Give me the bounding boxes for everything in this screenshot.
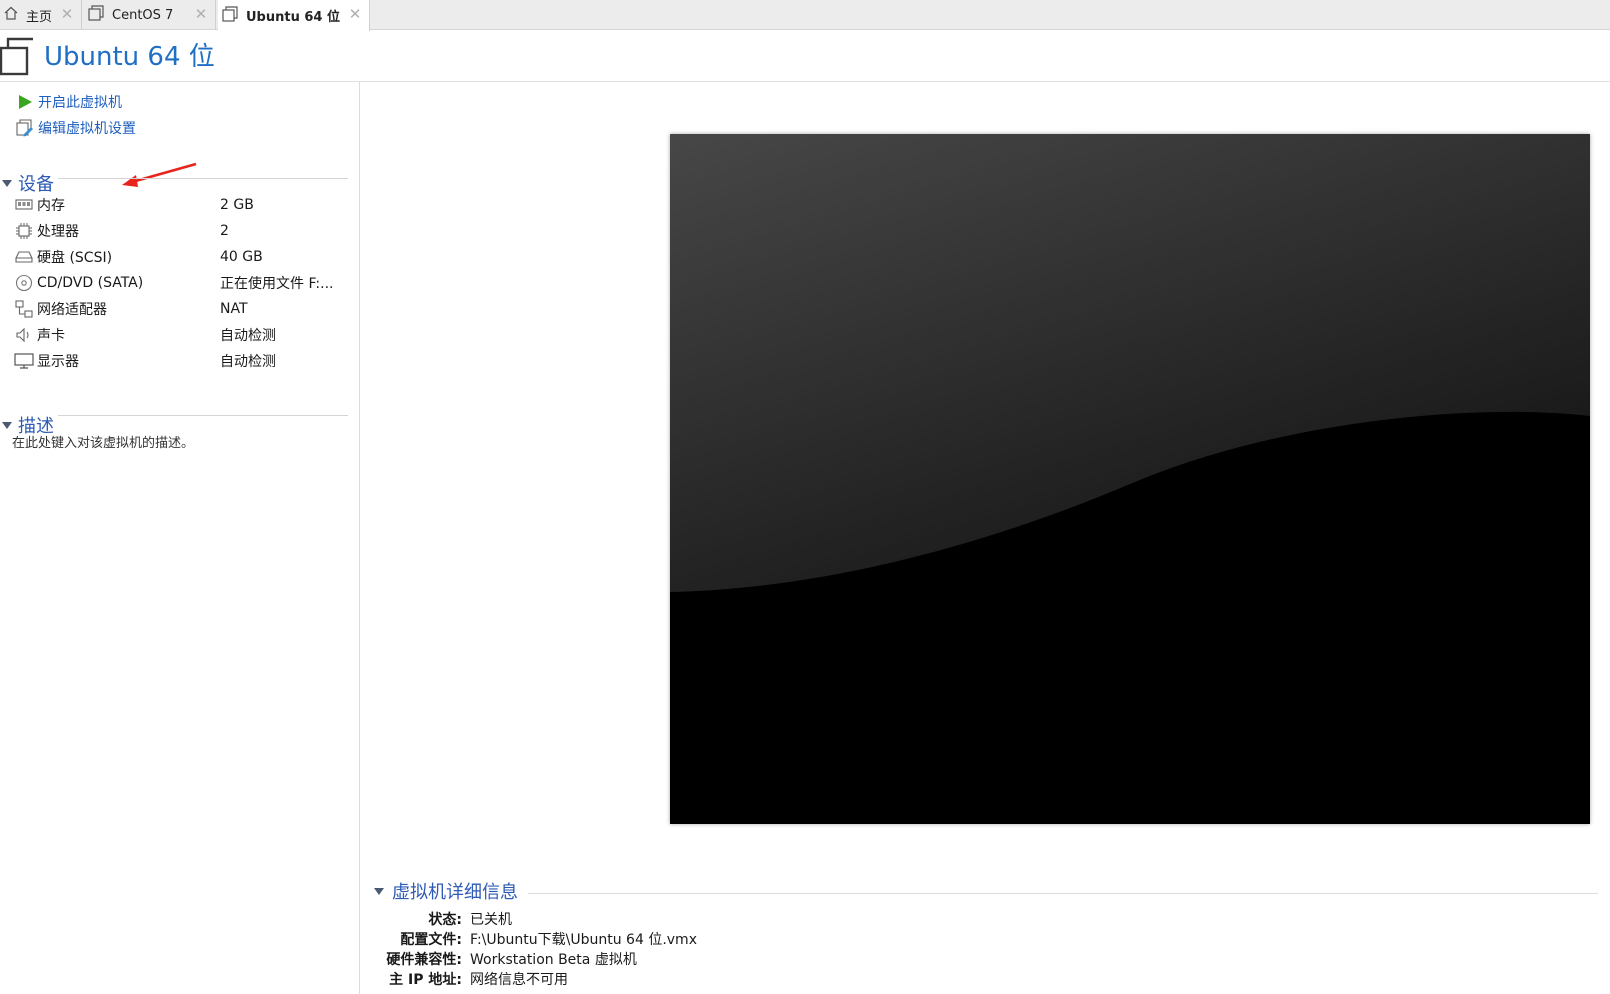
cd-dvd-icon <box>14 274 34 292</box>
power-on-label: 开启此虚拟机 <box>38 95 122 111</box>
collapse-triangle-icon <box>2 421 12 429</box>
divider <box>58 178 348 179</box>
divider <box>58 415 348 416</box>
device-row-cd-dvd[interactable]: CD/DVD (SATA) 正在使用文件 F:... <box>14 270 349 296</box>
device-value: NAT <box>220 301 248 317</box>
device-row-harddisk[interactable]: 硬盘 (SCSI) 40 GB <box>14 244 349 270</box>
power-on-button[interactable]: 开启此虚拟机 <box>15 92 122 112</box>
edit-settings-icon <box>15 119 35 137</box>
device-name: 内存 <box>37 198 65 214</box>
monitor-icon <box>14 352 34 370</box>
close-icon[interactable]: ✕ <box>59 6 75 22</box>
close-icon[interactable]: ✕ <box>193 6 209 22</box>
play-icon <box>15 93 35 111</box>
edit-settings-label: 编辑虚拟机设置 <box>38 121 136 137</box>
cpu-icon <box>14 222 34 240</box>
details-heading: 虚拟机详细信息 <box>392 882 518 903</box>
harddisk-icon <box>14 248 34 266</box>
device-row-display[interactable]: 显示器 自动检测 <box>14 348 349 374</box>
detail-key: 主 IP 地址: <box>389 972 462 988</box>
home-icon <box>4 6 18 24</box>
detail-value: 已关机 <box>470 912 512 928</box>
tab-centos[interactable]: CentOS 7 ✕ <box>84 0 216 30</box>
device-value: 40 GB <box>220 249 263 265</box>
detail-key: 配置文件: <box>400 932 462 948</box>
collapse-triangle-icon <box>374 887 384 895</box>
device-name: 处理器 <box>37 224 79 240</box>
detail-value: Workstation Beta 虚拟机 <box>470 952 637 968</box>
device-value: 自动检测 <box>220 328 276 344</box>
annotation-arrow <box>122 162 197 187</box>
detail-key: 状态: <box>428 912 462 928</box>
device-name: CD/DVD (SATA) <box>37 275 144 291</box>
description-field[interactable]: 在此处键入对该虚拟机的描述。 <box>12 432 194 451</box>
tab-label: Ubuntu 64 位 <box>246 10 340 25</box>
details-section-toggle[interactable]: 虚拟机详细信息 <box>372 878 518 904</box>
device-value: 自动检测 <box>220 354 276 370</box>
network-icon <box>14 300 34 318</box>
tab-ubuntu[interactable]: Ubuntu 64 位 ✕ <box>218 0 370 31</box>
device-value: 2 GB <box>220 197 254 213</box>
vm-icon <box>222 5 238 26</box>
detail-row-ip-address: 主 IP 地址: 网络信息不可用 <box>360 969 1260 989</box>
tab-bar: 主页 ✕ CentOS 7 ✕ Ubuntu 64 位 ✕ <box>0 0 1610 31</box>
device-name: 声卡 <box>37 328 65 344</box>
tab-home[interactable]: 主页 ✕ <box>0 0 82 30</box>
memory-icon <box>14 196 34 214</box>
device-name: 网络适配器 <box>37 302 107 318</box>
detail-row-config-file: 配置文件: F:\Ubuntu下载\Ubuntu 64 位.vmx <box>360 929 1260 949</box>
device-row-sound[interactable]: 声卡 自动检测 <box>14 322 349 348</box>
collapse-triangle-icon <box>2 179 12 187</box>
device-row-memory[interactable]: 内存 2 GB <box>14 192 349 218</box>
device-value: 正在使用文件 F:... <box>220 276 334 292</box>
close-icon[interactable]: ✕ <box>347 6 363 22</box>
vm-preview-screen[interactable] <box>670 134 1590 824</box>
vm-icon <box>88 5 104 25</box>
detail-value: 网络信息不可用 <box>470 972 568 988</box>
tab-label: 主页 <box>26 9 53 25</box>
vm-preview-image <box>670 134 1590 824</box>
vm-header: Ubuntu 64 位 <box>0 30 1610 82</box>
divider <box>528 893 1598 894</box>
left-pane: 开启此虚拟机 编辑虚拟机设置 设备 内存 2 GB 处理器 2 硬盘 (SCSI… <box>0 82 360 994</box>
vm-icon <box>0 36 34 80</box>
device-value: 2 <box>220 223 229 239</box>
device-name: 显示器 <box>37 354 79 370</box>
device-row-processor[interactable]: 处理器 2 <box>14 218 349 244</box>
speaker-icon <box>14 326 34 344</box>
device-name: 硬盘 (SCSI) <box>37 250 113 266</box>
device-row-network[interactable]: 网络适配器 NAT <box>14 296 349 322</box>
detail-key: 硬件兼容性: <box>386 952 462 968</box>
edit-settings-button[interactable]: 编辑虚拟机设置 <box>15 118 136 138</box>
detail-row-state: 状态: 已关机 <box>360 909 1260 929</box>
detail-value: F:\Ubuntu下载\Ubuntu 64 位.vmx <box>470 932 697 948</box>
detail-row-hardware-compat: 硬件兼容性: Workstation Beta 虚拟机 <box>360 949 1260 969</box>
page-title: Ubuntu 64 位 <box>44 42 215 72</box>
tab-label: CentOS 7 <box>112 7 174 23</box>
